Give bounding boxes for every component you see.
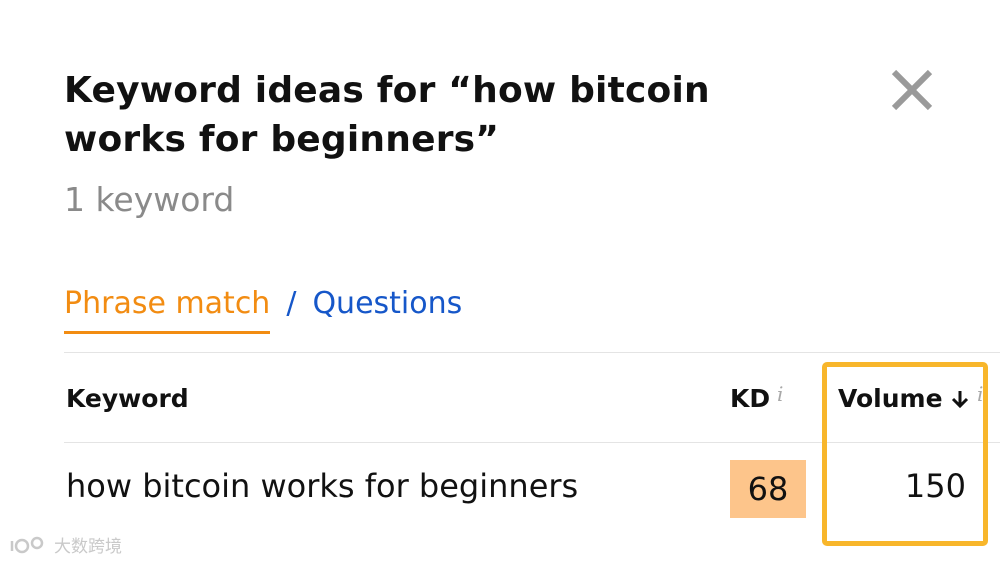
tab-separator: /	[286, 286, 297, 321]
keyword-count: 1 keyword	[64, 180, 235, 219]
table-top-divider	[64, 352, 1000, 353]
tab-phrase-match[interactable]: Phrase match	[64, 286, 271, 334]
kd-info-icon[interactable]: i	[777, 382, 783, 406]
kd-badge: 68	[730, 460, 806, 518]
volume-info-icon[interactable]: i	[977, 382, 983, 406]
column-header-keyword[interactable]: Keyword	[66, 384, 189, 413]
close-button[interactable]	[888, 66, 936, 114]
header-divider	[64, 442, 1000, 443]
column-header-volume[interactable]: Volume	[838, 384, 969, 413]
keyword-cell[interactable]: how bitcoin works for beginners	[66, 467, 578, 505]
watermark-logo-icon	[10, 536, 44, 553]
close-icon	[891, 69, 933, 111]
match-tabs: Phrase match / Questions	[64, 286, 462, 336]
column-header-volume-label: Volume	[838, 384, 943, 413]
arrow-down-icon	[951, 390, 968, 408]
volume-cell: 150	[904, 467, 966, 505]
tab-questions[interactable]: Questions	[312, 286, 462, 321]
column-header-kd[interactable]: KD	[730, 384, 770, 413]
watermark: 大数跨境	[8, 532, 122, 557]
watermark-text: 大数跨境	[54, 537, 122, 557]
dialog-title: Keyword ideas for “how bitcoin works for…	[64, 70, 710, 160]
